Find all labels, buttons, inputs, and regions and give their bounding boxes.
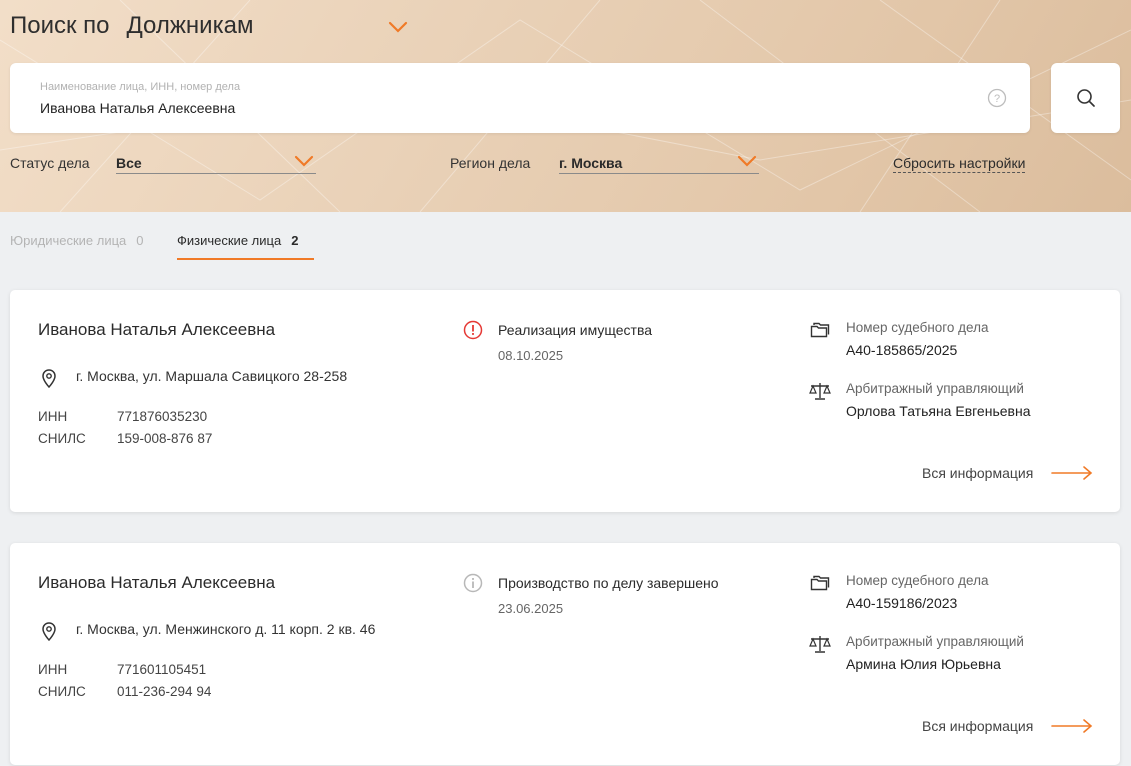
manager-label: Арбитражный управляющий — [846, 381, 1024, 396]
folder-icon — [810, 575, 830, 591]
case-number-label: Номер судебного дела — [846, 573, 989, 588]
chevron-down-icon[interactable] — [388, 21, 408, 33]
manager-name[interactable]: Армина Юлия Юрьевна — [846, 656, 1001, 672]
title-prefix: Поиск по — [10, 12, 110, 39]
debtor-address: г. Москва, ул. Менжинского д. 11 корп. 2… — [76, 621, 376, 637]
search-icon — [1076, 89, 1095, 107]
debtor-name[interactable]: Иванова Наталья Алексеевна — [38, 573, 275, 593]
search-input[interactable]: Иванова Наталья Алексеевна — [40, 100, 235, 116]
case-status-select[interactable]: Все — [116, 151, 316, 174]
case-number-label: Номер судебного дела — [846, 320, 989, 335]
search-placeholder: Наименование лица, ИНН, номер дела — [40, 81, 241, 93]
tab-count: 2 — [291, 233, 299, 248]
inn-label: ИНН — [38, 409, 68, 424]
search-type-select[interactable]: Должникам — [127, 12, 254, 40]
more-info-link[interactable]: Вся информация — [922, 465, 1033, 481]
search-button[interactable] — [1051, 63, 1120, 133]
case-status-value: Все — [116, 155, 142, 171]
search-header: Поиск по Должникам Наименование лица, ИН… — [0, 0, 1131, 212]
folder-icon — [810, 322, 830, 338]
tab-label: Юридические лица — [10, 233, 127, 248]
arrow-right-icon[interactable] — [1051, 466, 1093, 480]
case-status: Производство по делу завершено — [498, 575, 719, 591]
manager-label: Арбитражный управляющий — [846, 634, 1024, 649]
search-field[interactable]: Наименование лица, ИНН, номер дела Ивано… — [10, 63, 1030, 133]
case-status-date: 08.10.2025 — [498, 348, 564, 363]
location-pin-icon — [42, 369, 56, 388]
snils-label: СНИЛС — [38, 684, 86, 699]
case-status-label: Статус дела — [10, 155, 90, 171]
arrow-right-icon[interactable] — [1051, 719, 1093, 733]
location-pin-icon — [42, 622, 56, 641]
reset-settings-link[interactable]: Сбросить настройки — [893, 155, 1026, 173]
case-status-date: 23.06.2025 — [498, 601, 564, 616]
inn-label: ИНН — [38, 662, 68, 677]
manager-name[interactable]: Орлова Татьяна Евгеньевна — [846, 403, 1031, 419]
snils-value: 011-236-294 94 — [117, 684, 212, 699]
case-region-value: г. Москва — [559, 155, 623, 171]
svg-text:?: ? — [994, 93, 1000, 105]
help-icon[interactable]: ? — [987, 88, 1007, 108]
inn-value: 771601105451 — [117, 662, 207, 677]
search-title: Поиск по Должникам — [10, 12, 253, 40]
scales-icon — [809, 383, 831, 400]
case-number[interactable]: А40-159186/2023 — [846, 595, 957, 611]
tab-label: Физические лица — [177, 233, 282, 248]
info-icon — [463, 573, 483, 593]
chevron-down-icon — [737, 155, 757, 167]
scales-icon — [809, 636, 831, 653]
case-number[interactable]: А40-185865/2025 — [846, 342, 957, 358]
tab-legal-entities[interactable]: Юридические лица 0 — [10, 233, 144, 260]
debtor-address: г. Москва, ул. Маршала Савицкого 28-258 — [76, 368, 348, 384]
alert-info-icon — [463, 320, 483, 340]
more-info-link[interactable]: Вся информация — [922, 718, 1033, 734]
result-card: Иванова Наталья Алексеевна г. Москва, ул… — [10, 290, 1120, 512]
tab-count: 0 — [136, 233, 144, 248]
case-status: Реализация имущества — [498, 322, 653, 338]
debtor-name[interactable]: Иванова Наталья Алексеевна — [38, 320, 275, 340]
case-region-label: Регион дела — [450, 155, 531, 171]
result-card: Иванова Наталья Алексеевна г. Москва, ул… — [10, 543, 1120, 765]
tab-individuals[interactable]: Физические лица 2 — [177, 233, 314, 260]
snils-label: СНИЛС — [38, 431, 86, 446]
snils-value: 159-008-876 87 — [117, 431, 213, 446]
inn-value: 771876035230 — [117, 409, 208, 424]
case-region-select[interactable]: г. Москва — [559, 151, 759, 174]
chevron-down-icon — [294, 155, 314, 167]
